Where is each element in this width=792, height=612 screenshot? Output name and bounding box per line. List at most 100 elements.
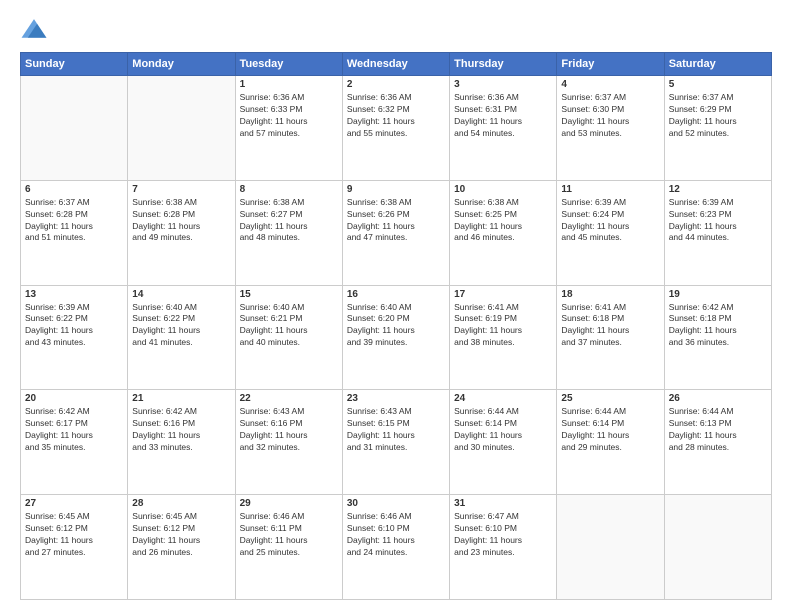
cell-info: Sunset: 6:18 PM bbox=[561, 313, 659, 325]
cell-info: and 29 minutes. bbox=[561, 442, 659, 454]
cell-info: Sunrise: 6:46 AM bbox=[347, 511, 445, 523]
calendar-cell: 15Sunrise: 6:40 AMSunset: 6:21 PMDayligh… bbox=[235, 285, 342, 390]
calendar-cell: 2Sunrise: 6:36 AMSunset: 6:32 PMDaylight… bbox=[342, 76, 449, 181]
cell-info: and 33 minutes. bbox=[132, 442, 230, 454]
calendar-cell: 24Sunrise: 6:44 AMSunset: 6:14 PMDayligh… bbox=[450, 390, 557, 495]
day-number: 25 bbox=[561, 393, 659, 404]
cell-info: and 32 minutes. bbox=[240, 442, 338, 454]
cell-info: Sunset: 6:19 PM bbox=[454, 313, 552, 325]
cell-info: Sunrise: 6:36 AM bbox=[240, 92, 338, 104]
cell-info: Sunrise: 6:43 AM bbox=[240, 406, 338, 418]
calendar-cell: 5Sunrise: 6:37 AMSunset: 6:29 PMDaylight… bbox=[664, 76, 771, 181]
cell-info: Daylight: 11 hours bbox=[132, 325, 230, 337]
cell-info: Daylight: 11 hours bbox=[240, 116, 338, 128]
header bbox=[20, 16, 772, 44]
cell-info: and 43 minutes. bbox=[25, 337, 123, 349]
cell-info: Sunset: 6:28 PM bbox=[132, 209, 230, 221]
cell-info: and 30 minutes. bbox=[454, 442, 552, 454]
calendar-cell bbox=[664, 495, 771, 600]
day-number: 8 bbox=[240, 184, 338, 195]
cell-info: Sunrise: 6:44 AM bbox=[561, 406, 659, 418]
cell-info: Daylight: 11 hours bbox=[669, 221, 767, 233]
cell-info: Sunrise: 6:39 AM bbox=[561, 197, 659, 209]
day-number: 12 bbox=[669, 184, 767, 195]
calendar-cell: 16Sunrise: 6:40 AMSunset: 6:20 PMDayligh… bbox=[342, 285, 449, 390]
cell-info: Sunrise: 6:38 AM bbox=[240, 197, 338, 209]
calendar-cell: 17Sunrise: 6:41 AMSunset: 6:19 PMDayligh… bbox=[450, 285, 557, 390]
day-number: 14 bbox=[132, 289, 230, 300]
cell-info: Sunset: 6:20 PM bbox=[347, 313, 445, 325]
cell-info: Sunset: 6:25 PM bbox=[454, 209, 552, 221]
calendar-cell bbox=[557, 495, 664, 600]
cell-info: Daylight: 11 hours bbox=[132, 430, 230, 442]
calendar-cell: 14Sunrise: 6:40 AMSunset: 6:22 PMDayligh… bbox=[128, 285, 235, 390]
cell-info: Daylight: 11 hours bbox=[25, 325, 123, 337]
cell-info: Daylight: 11 hours bbox=[347, 116, 445, 128]
day-number: 16 bbox=[347, 289, 445, 300]
cell-info: Sunset: 6:14 PM bbox=[561, 418, 659, 430]
cell-info: and 46 minutes. bbox=[454, 232, 552, 244]
cell-info: and 23 minutes. bbox=[454, 547, 552, 559]
calendar-cell: 6Sunrise: 6:37 AMSunset: 6:28 PMDaylight… bbox=[21, 180, 128, 285]
cell-info: Sunset: 6:10 PM bbox=[454, 523, 552, 535]
cell-info: and 31 minutes. bbox=[347, 442, 445, 454]
cell-info: Sunset: 6:33 PM bbox=[240, 104, 338, 116]
calendar-cell: 4Sunrise: 6:37 AMSunset: 6:30 PMDaylight… bbox=[557, 76, 664, 181]
calendar-cell: 27Sunrise: 6:45 AMSunset: 6:12 PMDayligh… bbox=[21, 495, 128, 600]
cell-info: Sunset: 6:31 PM bbox=[454, 104, 552, 116]
cell-info: and 53 minutes. bbox=[561, 128, 659, 140]
cell-info: Sunrise: 6:38 AM bbox=[347, 197, 445, 209]
day-number: 28 bbox=[132, 498, 230, 509]
cell-info: and 45 minutes. bbox=[561, 232, 659, 244]
cell-info: Sunset: 6:13 PM bbox=[669, 418, 767, 430]
calendar-week-4: 20Sunrise: 6:42 AMSunset: 6:17 PMDayligh… bbox=[21, 390, 772, 495]
cell-info: Daylight: 11 hours bbox=[561, 221, 659, 233]
calendar-header-sunday: Sunday bbox=[21, 53, 128, 76]
cell-info: Sunset: 6:28 PM bbox=[25, 209, 123, 221]
day-number: 19 bbox=[669, 289, 767, 300]
calendar-cell: 12Sunrise: 6:39 AMSunset: 6:23 PMDayligh… bbox=[664, 180, 771, 285]
cell-info: and 35 minutes. bbox=[25, 442, 123, 454]
cell-info: Sunrise: 6:36 AM bbox=[347, 92, 445, 104]
calendar-cell: 31 Sunrise: 6:47 AMSunset: 6:10 PMDayligh… bbox=[450, 495, 557, 600]
cell-info: and 54 minutes. bbox=[454, 128, 552, 140]
cell-info: Daylight: 11 hours bbox=[669, 116, 767, 128]
day-number: 15 bbox=[240, 289, 338, 300]
cell-info: Sunset: 6:21 PM bbox=[240, 313, 338, 325]
cell-info: Sunrise: 6:39 AM bbox=[669, 197, 767, 209]
cell-info: Sunrise: 6:38 AM bbox=[454, 197, 552, 209]
calendar-week-3: 13Sunrise: 6:39 AMSunset: 6:22 PMDayligh… bbox=[21, 285, 772, 390]
cell-info: Sunrise: 6:36 AM bbox=[454, 92, 552, 104]
cell-info: Daylight: 11 hours bbox=[240, 430, 338, 442]
cell-info: and 47 minutes. bbox=[347, 232, 445, 244]
cell-info: Sunset: 6:32 PM bbox=[347, 104, 445, 116]
cell-info: Daylight: 11 hours bbox=[25, 221, 123, 233]
cell-info: Daylight: 11 hours bbox=[454, 535, 552, 547]
cell-info: Sunrise: 6:40 AM bbox=[347, 302, 445, 314]
calendar-cell: 23Sunrise: 6:43 AMSunset: 6:15 PMDayligh… bbox=[342, 390, 449, 495]
calendar-cell: 1 Sunrise: 6:36 AMSunset: 6:33 PMDaylight… bbox=[235, 76, 342, 181]
day-number: 31 bbox=[454, 498, 552, 509]
cell-info: Sunset: 6:12 PM bbox=[25, 523, 123, 535]
cell-info: Sunset: 6:11 PM bbox=[240, 523, 338, 535]
calendar-cell: 7Sunrise: 6:38 AMSunset: 6:28 PMDaylight… bbox=[128, 180, 235, 285]
cell-info: Sunrise: 6:38 AM bbox=[132, 197, 230, 209]
day-number: 4 bbox=[561, 79, 659, 90]
calendar-cell: 10Sunrise: 6:38 AMSunset: 6:25 PMDayligh… bbox=[450, 180, 557, 285]
calendar-week-2: 6Sunrise: 6:37 AMSunset: 6:28 PMDaylight… bbox=[21, 180, 772, 285]
cell-info: Sunset: 6:24 PM bbox=[561, 209, 659, 221]
page: SundayMondayTuesdayWednesdayThursdayFrid… bbox=[0, 0, 792, 612]
day-number: 1 bbox=[240, 79, 338, 90]
cell-info: and 39 minutes. bbox=[347, 337, 445, 349]
day-number: 30 bbox=[347, 498, 445, 509]
cell-info: Daylight: 11 hours bbox=[561, 116, 659, 128]
day-number: 27 bbox=[25, 498, 123, 509]
cell-info: Sunset: 6:22 PM bbox=[132, 313, 230, 325]
calendar-header-row: SundayMondayTuesdayWednesdayThursdayFrid… bbox=[21, 53, 772, 76]
day-number: 22 bbox=[240, 393, 338, 404]
day-number: 6 bbox=[25, 184, 123, 195]
cell-info: Sunrise: 6:47 AM bbox=[454, 511, 552, 523]
day-number: 7 bbox=[132, 184, 230, 195]
day-number: 26 bbox=[669, 393, 767, 404]
cell-info: Daylight: 11 hours bbox=[454, 325, 552, 337]
